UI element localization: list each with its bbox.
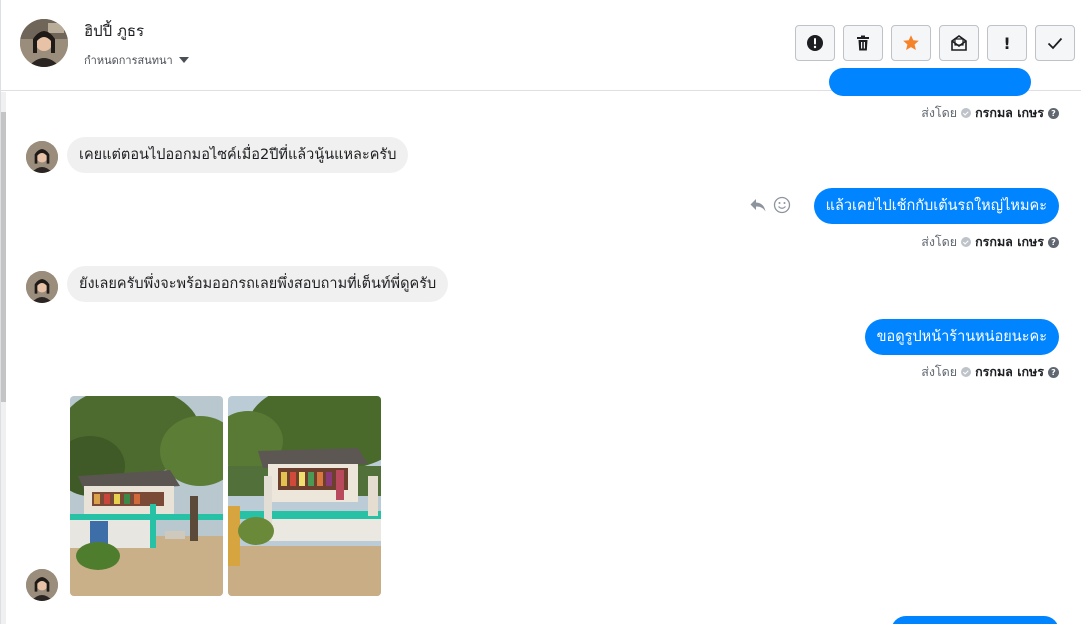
message-photo[interactable] bbox=[70, 396, 223, 596]
trash-icon bbox=[857, 35, 869, 51]
message-bubble-outgoing[interactable]: ขอดูรูปหน้าร้านหน่อยนะคะ bbox=[864, 319, 1059, 355]
checkmark-icon bbox=[1047, 37, 1063, 50]
sent-by-info: ส่งโดย กรกมล เกษร ? bbox=[921, 232, 1059, 252]
delete-button[interactable] bbox=[843, 25, 883, 61]
message-bubble-incoming[interactable]: ยังเลยครับพึ่งจะพร้อมออกรถเลยพึ่งสอบถามท… bbox=[67, 266, 449, 302]
conversation-panel: ฮิปปี้ ภูธร กำหนดการสนทนา ! ส่งโดย กรกมล… bbox=[0, 0, 1081, 624]
message-bubble-outgoing-partial[interactable] bbox=[829, 68, 1031, 96]
sent-by-label: ส่งโดย bbox=[921, 364, 958, 379]
message-tools bbox=[749, 196, 791, 214]
sent-check-icon bbox=[961, 367, 972, 377]
star-button[interactable] bbox=[891, 25, 931, 61]
mark-done-button[interactable] bbox=[1035, 25, 1075, 61]
mark-unread-button[interactable] bbox=[939, 25, 979, 61]
contact-avatar[interactable] bbox=[20, 19, 68, 67]
assign-label: กำหนดการสนทนา bbox=[84, 54, 173, 67]
message-bubble-outgoing[interactable]: แล้วเคยไปเช้กกับเต้นรถใหญ่ไหมคะ bbox=[813, 188, 1059, 224]
conversation-actions: ! bbox=[795, 25, 1075, 61]
envelope-open-icon bbox=[951, 35, 967, 51]
sender-name[interactable]: กรกมล เกษร bbox=[975, 103, 1044, 123]
sent-by-info: ส่งโดย กรกมล เกษร ? bbox=[921, 103, 1059, 123]
help-icon[interactable]: ? bbox=[1048, 366, 1059, 378]
caret-down-icon bbox=[178, 57, 189, 63]
message-bubble-outgoing-partial[interactable] bbox=[891, 616, 1059, 624]
contact-avatar-small[interactable] bbox=[26, 569, 58, 601]
sent-check-icon bbox=[961, 237, 972, 247]
assign-conversation-dropdown[interactable]: กำหนดการสนทนา bbox=[84, 51, 189, 69]
exclamation-icon: ! bbox=[1003, 33, 1011, 53]
follow-up-button[interactable]: ! bbox=[987, 25, 1027, 61]
emoji-react-icon[interactable] bbox=[773, 196, 791, 214]
reply-icon[interactable] bbox=[749, 196, 767, 214]
star-icon bbox=[903, 35, 919, 50]
help-icon[interactable]: ? bbox=[1048, 107, 1059, 119]
sent-check-icon bbox=[961, 108, 972, 118]
message-photo[interactable] bbox=[228, 396, 381, 596]
message-bubble-incoming[interactable]: เคยแต่ตอนไปออกมอไซค์เมื่อ2ปีที่แล้วนู้นแ… bbox=[67, 137, 409, 173]
sent-by-label: ส่งโดย bbox=[921, 105, 958, 120]
sender-name[interactable]: กรกมล เกษร bbox=[975, 232, 1044, 252]
alert-circle-icon bbox=[807, 35, 823, 51]
help-icon[interactable]: ? bbox=[1048, 236, 1059, 248]
scrollbar-thumb[interactable] bbox=[1, 112, 6, 402]
mark-spam-button[interactable] bbox=[795, 25, 835, 61]
contact-name[interactable]: ฮิปปี้ ภูธร bbox=[84, 19, 144, 43]
sent-by-label: ส่งโดย bbox=[921, 234, 958, 249]
sent-by-info: ส่งโดย กรกมล เกษร ? bbox=[921, 362, 1059, 382]
sender-name[interactable]: กรกมล เกษร bbox=[975, 362, 1044, 382]
contact-avatar-small[interactable] bbox=[26, 271, 58, 303]
contact-avatar-small[interactable] bbox=[26, 141, 58, 173]
